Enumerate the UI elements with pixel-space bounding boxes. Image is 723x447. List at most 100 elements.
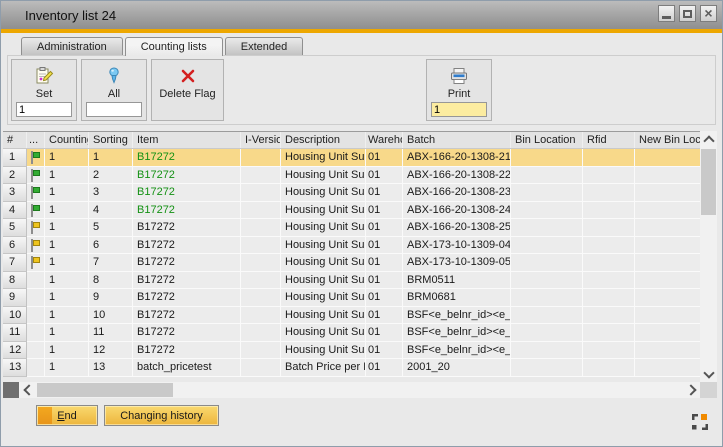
counting-cell[interactable]: 1 [45,359,89,377]
table-row[interactable]: 4 1 4 B17272 Housing Unit Subassembl 01 … [3,202,700,220]
flag-cell[interactable] [27,324,45,342]
counting-cell[interactable]: 1 [45,307,89,325]
sorting-cell[interactable]: 1 [89,149,133,167]
bin-location-cell[interactable] [511,184,583,202]
warehouse-cell[interactable]: 01 [366,167,403,185]
flag-cell[interactable] [27,149,45,167]
vertical-scrollbar-thumb[interactable] [701,149,716,215]
iversion-cell[interactable] [241,359,281,377]
counting-cell[interactable]: 1 [45,324,89,342]
new-bin-location-cell[interactable] [635,342,700,360]
flag-cell[interactable] [27,289,45,307]
tab-counting-lists[interactable]: Counting lists [125,37,223,56]
counting-cell[interactable]: 1 [45,342,89,360]
description-cell[interactable]: Housing Unit Subassembl [281,272,366,290]
sorting-cell[interactable]: 6 [89,237,133,255]
table-row[interactable]: 7 1 7 B17272 Housing Unit Subassembl 01 … [3,254,700,272]
batch-cell[interactable]: 2001_20 [403,359,511,377]
rfid-cell[interactable] [583,219,635,237]
item-cell[interactable]: batch_pricetest [133,359,241,377]
iversion-cell[interactable] [241,237,281,255]
rfid-cell[interactable] [583,359,635,377]
description-cell[interactable]: Housing Unit Subassembl [281,254,366,272]
batch-cell[interactable]: ABX-166-20-1308-22 [403,167,511,185]
flag-cell[interactable] [27,307,45,325]
changing-history-button[interactable]: Changing history [104,405,219,426]
titlebar[interactable]: Inventory list 24 × [1,1,722,29]
column-header--[interactable]: # [3,132,27,148]
table-row[interactable]: 12 1 12 B17272 Housing Unit Subassembl 0… [3,342,700,360]
column-header-bin-location[interactable]: Bin Location [511,132,583,148]
table-row[interactable]: 1 1 1 B17272 Housing Unit Subassembl 01 … [3,149,700,167]
description-cell[interactable]: Batch Price per Batch [281,359,366,377]
batch-cell[interactable]: ABX-166-20-1308-21 [403,149,511,167]
flag-cell[interactable] [27,342,45,360]
batch-cell[interactable]: BSF<e_belnr_id><e_b [403,324,511,342]
rfid-cell[interactable] [583,237,635,255]
rfid-cell[interactable] [583,272,635,290]
warehouse-cell[interactable]: 01 [366,289,403,307]
bin-location-cell[interactable] [511,359,583,377]
batch-cell[interactable]: BRM0681 [403,289,511,307]
flag-cell[interactable] [27,219,45,237]
rfid-cell[interactable] [583,202,635,220]
item-cell[interactable]: B17272 [133,219,241,237]
maximize-button[interactable] [679,5,696,22]
sorting-cell[interactable]: 7 [89,254,133,272]
all-input[interactable] [86,102,142,117]
rfid-cell[interactable] [583,342,635,360]
row-number-cell[interactable]: 4 [3,202,27,220]
new-bin-location-cell[interactable] [635,202,700,220]
horizontal-scrollbar[interactable] [3,382,700,398]
counting-cell[interactable]: 1 [45,254,89,272]
iversion-cell[interactable] [241,254,281,272]
table-row[interactable]: 13 1 13 batch_pricetest Batch Price per … [3,359,700,377]
bin-location-cell[interactable] [511,342,583,360]
sorting-cell[interactable]: 8 [89,272,133,290]
vertical-scrollbar[interactable] [700,131,717,382]
warehouse-cell[interactable]: 01 [366,324,403,342]
row-number-cell[interactable]: 1 [3,149,27,167]
row-number-cell[interactable]: 6 [3,237,27,255]
row-number-cell[interactable]: 13 [3,359,27,377]
description-cell[interactable]: Housing Unit Subassembl [281,202,366,220]
row-number-cell[interactable]: 11 [3,324,27,342]
table-row[interactable]: 11 1 11 B17272 Housing Unit Subassembl 0… [3,324,700,342]
new-bin-location-cell[interactable] [635,167,700,185]
counting-cell[interactable]: 1 [45,272,89,290]
table-row[interactable]: 9 1 9 B17272 Housing Unit Subassembl 01 … [3,289,700,307]
new-bin-location-cell[interactable] [635,237,700,255]
scroll-up-button[interactable] [700,131,717,147]
table-row[interactable]: 3 1 3 B17272 Housing Unit Subassembl 01 … [3,184,700,202]
flag-cell[interactable] [27,202,45,220]
rfid-cell[interactable] [583,149,635,167]
batch-cell[interactable]: BSF<e_belnr_id><e_b [403,342,511,360]
column-header-description[interactable]: Description [281,132,366,148]
scroll-left-button[interactable] [20,382,36,398]
table-row[interactable]: 10 1 10 B17272 Housing Unit Subassembl 0… [3,307,700,325]
iversion-cell[interactable] [241,342,281,360]
warehouse-cell[interactable]: 01 [366,359,403,377]
iversion-cell[interactable] [241,202,281,220]
column-header-sorting[interactable]: Sorting [89,132,133,148]
sorting-cell[interactable]: 12 [89,342,133,360]
bin-location-cell[interactable] [511,149,583,167]
delete-flag-button[interactable]: Delete Flag [151,59,224,121]
row-number-cell[interactable]: 2 [3,167,27,185]
warehouse-cell[interactable]: 01 [366,202,403,220]
batch-cell[interactable]: ABX-173-10-1309-04 [403,237,511,255]
batch-cell[interactable]: BRM0511 [403,272,511,290]
item-cell[interactable]: B17272 [133,184,241,202]
column-header--[interactable]: ... [27,132,45,148]
flag-cell[interactable] [27,272,45,290]
column-header-i-version[interactable]: I-Version [241,132,281,148]
new-bin-location-cell[interactable] [635,307,700,325]
item-cell[interactable]: B17272 [133,289,241,307]
sorting-cell[interactable]: 4 [89,202,133,220]
row-number-cell[interactable]: 12 [3,342,27,360]
description-cell[interactable]: Housing Unit Subassembl [281,324,366,342]
bin-location-cell[interactable] [511,219,583,237]
column-header-item[interactable]: Item [133,132,241,148]
flag-cell[interactable] [27,359,45,377]
iversion-cell[interactable] [241,219,281,237]
